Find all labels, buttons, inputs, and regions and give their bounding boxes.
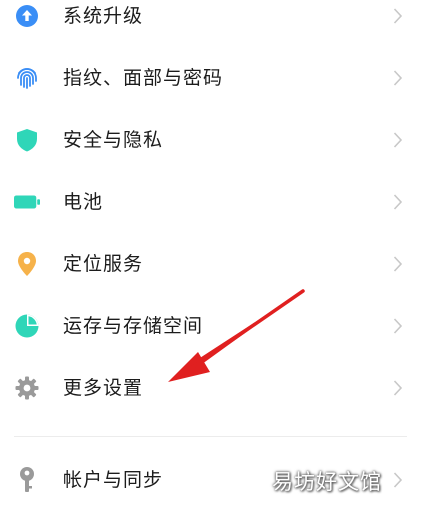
settings-item-more-settings[interactable]: 更多设置 bbox=[0, 360, 421, 416]
chevron-right-icon bbox=[391, 192, 405, 212]
fingerprint-icon bbox=[14, 65, 40, 91]
settings-item-label: 安全与隐私 bbox=[63, 129, 164, 151]
chevron-right-icon bbox=[391, 6, 405, 26]
chevron-right-icon bbox=[391, 378, 405, 398]
settings-item-label: 指纹、面部与密码 bbox=[63, 67, 224, 89]
settings-item-location[interactable]: 定位服务 bbox=[0, 236, 421, 292]
chevron-right-icon bbox=[391, 316, 405, 336]
settings-item-label: 电池 bbox=[63, 191, 104, 213]
settings-item-label: 运存与存储空间 bbox=[63, 315, 204, 337]
settings-item-system-update[interactable]: 系统升级 bbox=[0, 0, 421, 44]
settings-item-fingerprint[interactable]: 指纹、面部与密码 bbox=[0, 50, 421, 106]
gear-icon bbox=[14, 375, 40, 401]
settings-item-memory-storage[interactable]: 运存与存储空间 bbox=[0, 298, 421, 354]
settings-item-label: 定位服务 bbox=[63, 253, 144, 275]
chevron-right-icon bbox=[391, 130, 405, 150]
upload-arrow-icon bbox=[14, 3, 40, 29]
chevron-right-icon bbox=[391, 470, 405, 490]
pie-chart-icon bbox=[14, 313, 40, 339]
section-divider bbox=[14, 436, 407, 437]
location-pin-icon bbox=[14, 251, 40, 277]
chevron-right-icon bbox=[391, 68, 405, 88]
chevron-right-icon bbox=[391, 254, 405, 274]
settings-item-label: 帐户与同步 bbox=[63, 469, 164, 491]
battery-icon bbox=[14, 189, 40, 215]
settings-item-battery[interactable]: 电池 bbox=[0, 174, 421, 230]
settings-item-security-privacy[interactable]: 安全与隐私 bbox=[0, 112, 421, 168]
shield-icon bbox=[14, 127, 40, 153]
key-icon bbox=[14, 467, 40, 493]
settings-item-label: 系统升级 bbox=[63, 5, 144, 27]
settings-item-label: 更多设置 bbox=[63, 377, 144, 399]
watermark-text: 易坊好文馆 bbox=[272, 470, 382, 494]
